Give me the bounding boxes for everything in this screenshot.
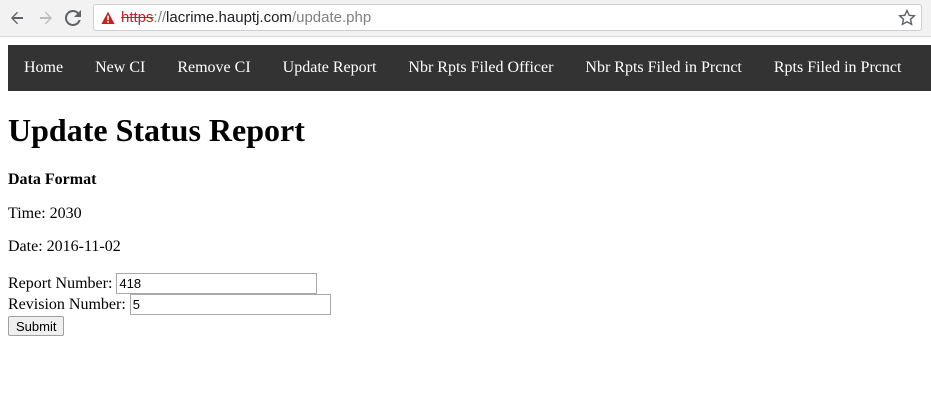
report-number-row: Report Number:	[8, 273, 318, 294]
time-text: Time: 2030	[8, 205, 82, 222]
date-text: Date: 2016-11-02	[8, 238, 121, 255]
page-title: Update Status Report	[8, 112, 305, 148]
nav-rpts-filed-in-prcnct[interactable]: Rpts Filed in Prcnct	[758, 45, 918, 91]
revision-number-input[interactable]	[129, 294, 331, 315]
not-secure-warning-icon	[101, 11, 115, 24]
submit-button[interactable]: Submit	[8, 316, 65, 336]
nav-home[interactable]: Home	[8, 45, 79, 91]
bookmark-star-icon[interactable]	[898, 9, 916, 27]
data-format-heading: Data Format	[8, 171, 97, 188]
nav-new-ci[interactable]: New CI	[79, 45, 161, 91]
site-navbar: Home New CI Remove CI Update Report Nbr …	[8, 45, 931, 91]
address-bar[interactable]: https://lacrime.hauptj.com/update.php	[93, 4, 922, 31]
url-scheme: https	[121, 9, 154, 26]
browser-toolbar: https://lacrime.hauptj.com/update.php	[0, 0, 931, 37]
url-host: lacrime.hauptj.com	[166, 9, 292, 26]
back-button[interactable]	[7, 8, 27, 28]
url-path: /update.php	[291, 9, 372, 26]
nav-remove-ci[interactable]: Remove CI	[161, 45, 266, 91]
revision-number-row: Revision Number:	[8, 294, 331, 315]
nav-nbr-rpts-filed-officer[interactable]: Nbr Rpts Filed Officer	[392, 45, 569, 91]
reload-button[interactable]	[63, 8, 83, 28]
url-text[interactable]: https://lacrime.hauptj.com/update.php	[121, 9, 371, 27]
forward-button[interactable]	[36, 8, 56, 28]
report-number-input[interactable]	[116, 273, 318, 294]
nav-nbr-rpts-filed-in-prcnct[interactable]: Nbr Rpts Filed in Prcnct	[569, 45, 757, 91]
forward-arrow-icon	[40, 11, 52, 25]
report-number-label: Report Number:	[8, 274, 113, 292]
revision-number-label: Revision Number:	[8, 295, 126, 313]
back-arrow-icon	[11, 11, 23, 25]
reload-icon	[65, 10, 81, 26]
nav-update-report[interactable]: Update Report	[267, 45, 393, 91]
url-separator: ://	[153, 9, 167, 26]
